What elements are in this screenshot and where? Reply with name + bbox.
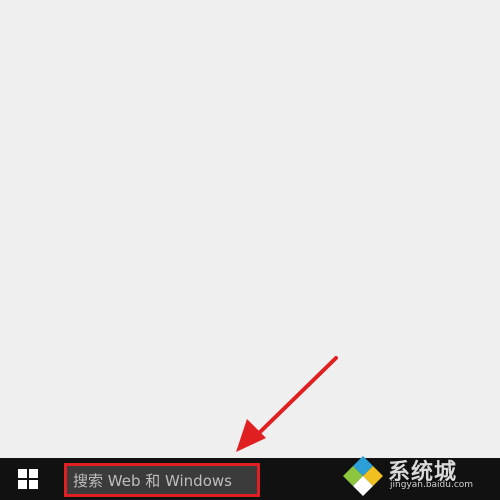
start-button[interactable] bbox=[0, 458, 56, 500]
search-input[interactable]: 搜索 Web 和 Windows bbox=[64, 463, 260, 497]
watermark: 系统城 jingyan.baidu.com bbox=[342, 452, 492, 498]
desktop-background bbox=[0, 0, 500, 458]
watermark-logo-icon bbox=[343, 456, 383, 496]
windows-logo-icon bbox=[18, 469, 38, 489]
search-placeholder: 搜索 Web 和 Windows bbox=[73, 472, 232, 490]
watermark-subtext: jingyan.baidu.com bbox=[390, 480, 474, 490]
